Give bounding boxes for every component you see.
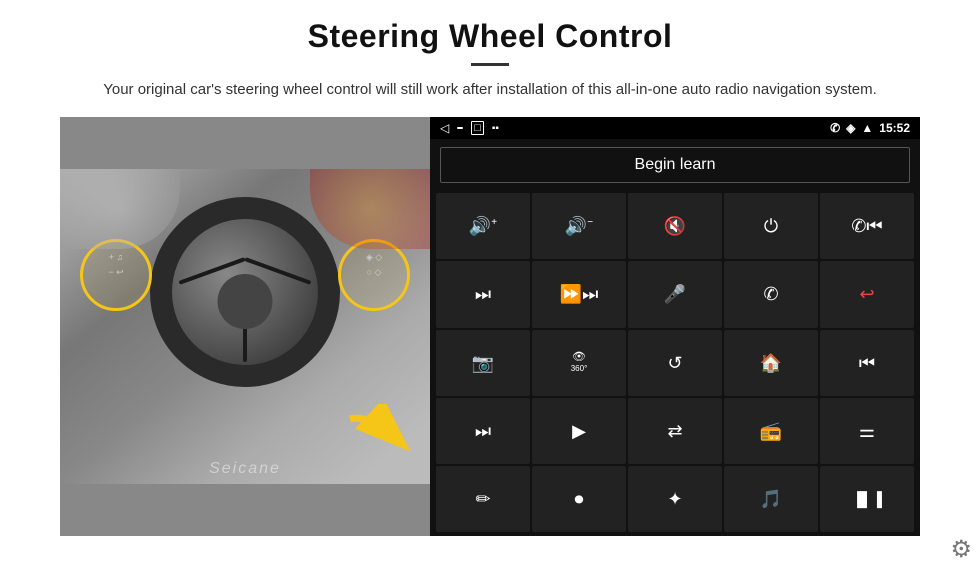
phone-icon: ✆: [763, 285, 778, 303]
equalizer-button[interactable]: ⚌: [820, 398, 914, 464]
edit-button[interactable]: ✏: [436, 466, 530, 532]
music-button[interactable]: 🎵: [724, 466, 818, 532]
seek-icon: ⏩⏭: [560, 285, 599, 303]
equalizer-icon: ⚌: [859, 422, 875, 440]
navigate-button[interactable]: ▶: [532, 398, 626, 464]
spectrum-button[interactable]: ▐▌▐: [820, 466, 914, 532]
vol-down-button[interactable]: 🔊−: [532, 193, 626, 259]
fast-forward-icon: ⏭: [475, 422, 491, 440]
highlight-circle-left: + ♫− ↩: [80, 239, 152, 311]
vol-up-icon: 🔊+: [469, 217, 497, 235]
bluetooth-button[interactable]: ✦: [628, 466, 722, 532]
spectrum-icon: ▐▌▐: [852, 492, 882, 506]
begin-learn-row: Begin learn: [430, 139, 920, 191]
home-button[interactable]: 🏠: [724, 330, 818, 396]
navigate-icon: ▶: [572, 422, 586, 440]
radio-button[interactable]: 📻: [724, 398, 818, 464]
location-icon: ◈: [846, 121, 855, 135]
steering-wheel-image: + ♫− ↩ ◈ ◇○ ◇: [60, 117, 430, 536]
signal-icon: ▪▪: [492, 123, 499, 134]
recent-icon: □: [471, 121, 484, 135]
title-divider: [471, 63, 509, 66]
camera-icon: 📷: [472, 354, 494, 372]
page: Steering Wheel Control Your original car…: [0, 0, 980, 546]
status-right: ✆ ◈ ▲ 15:52: [830, 121, 910, 135]
page-title: Steering Wheel Control: [308, 18, 673, 55]
bluetooth-icon: ✦: [667, 490, 682, 508]
phone-button[interactable]: ✆: [724, 261, 818, 327]
status-bar: ◁ □ ▪▪ ✆ ◈ ▲ 15:52: [430, 117, 920, 139]
edit-icon: ✏: [475, 490, 490, 508]
content-row: + ♫− ↩ ◈ ◇○ ◇: [60, 117, 920, 536]
arrow-indicator: [345, 404, 415, 459]
vol-down-icon: 🔊−: [565, 217, 593, 235]
controls-grid: 🔊+ 🔊− 🔇 ⏻ ✆⏮ ⏭ ⏩⏭: [430, 191, 920, 536]
mute-button[interactable]: 🔇: [628, 193, 722, 259]
record-button[interactable]: ⏺: [532, 466, 626, 532]
skip-back-button[interactable]: ⏮: [820, 330, 914, 396]
power-icon: ⏻: [764, 217, 778, 235]
fast-forward-button[interactable]: ⏭: [436, 398, 530, 464]
mic-button[interactable]: 🎤: [628, 261, 722, 327]
clock: 15:52: [879, 121, 910, 135]
back-button[interactable]: ↺: [628, 330, 722, 396]
power-button[interactable]: ⏻: [724, 193, 818, 259]
skip-back-icon: ⏮: [859, 354, 875, 372]
mute-icon: 🔇: [664, 217, 686, 235]
vol-up-button[interactable]: 🔊+: [436, 193, 530, 259]
home-icon: 🏠: [760, 354, 782, 372]
camera-button[interactable]: 📷: [436, 330, 530, 396]
next-icon: ⏭: [475, 285, 491, 303]
music-icon: 🎵: [760, 490, 782, 508]
back-nav-icon: ↺: [667, 354, 682, 372]
mic-icon: 🎤: [664, 285, 686, 303]
highlight-circle-right: ◈ ◇○ ◇: [338, 239, 410, 311]
subtitle: Your original car's steering wheel contr…: [103, 78, 877, 101]
radio-icon: 📻: [760, 422, 782, 440]
gear-icon[interactable]: ⚙: [950, 535, 972, 564]
360-icon: 👁360°: [571, 352, 588, 374]
hangup-icon: ↩: [859, 285, 874, 303]
begin-learn-button[interactable]: Begin learn: [440, 147, 910, 183]
switch-button[interactable]: ⇄: [628, 398, 722, 464]
sw-photo-bg: + ♫− ↩ ◈ ◇○ ◇: [60, 169, 430, 484]
next-button[interactable]: ⏭: [436, 261, 530, 327]
hangup-button[interactable]: ↩: [820, 261, 914, 327]
prev-track-icon: ✆⏮: [851, 217, 882, 235]
home-icon: [457, 127, 463, 129]
phone-status-icon: ✆: [830, 121, 840, 135]
switch-icon: ⇄: [667, 422, 682, 440]
seek-button[interactable]: ⏩⏭: [532, 261, 626, 327]
360-button[interactable]: 👁360°: [532, 330, 626, 396]
seicane-watermark: Seicane: [209, 460, 281, 478]
wifi-icon: ▲: [861, 121, 873, 135]
sw-hub: [218, 274, 273, 329]
prev-track-button[interactable]: ✆⏮: [820, 193, 914, 259]
back-icon: ◁: [440, 121, 449, 135]
android-panel: ◁ □ ▪▪ ✆ ◈ ▲ 15:52 Begin learn: [430, 117, 920, 536]
record-icon: ⏺: [575, 490, 584, 508]
status-left: ◁ □ ▪▪: [440, 121, 499, 135]
